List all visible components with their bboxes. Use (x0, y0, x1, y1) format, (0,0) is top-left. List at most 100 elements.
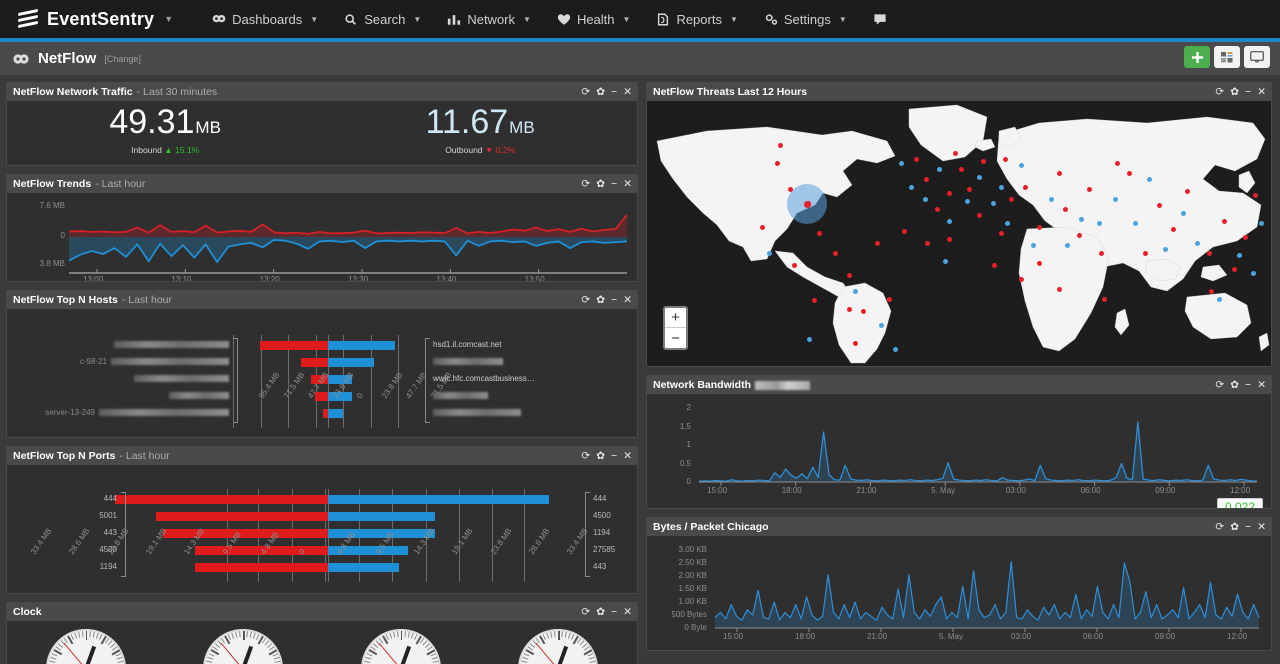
threat-dot-outbound[interactable] (909, 185, 914, 190)
threat-dot-inbound[interactable] (977, 213, 982, 218)
bar-inbound[interactable] (163, 528, 328, 538)
threat-dot-outbound[interactable] (999, 185, 1004, 190)
threat-dot-outbound[interactable] (977, 175, 982, 180)
minimize-icon[interactable]: − (1245, 522, 1251, 533)
threat-dot-inbound[interactable] (1077, 233, 1082, 238)
threat-dot-inbound[interactable] (914, 157, 919, 162)
threat-dot-outbound[interactable] (1065, 243, 1070, 248)
threat-dot-inbound[interactable] (1037, 261, 1042, 266)
threat-dot-outbound[interactable] (1113, 197, 1118, 202)
refresh-icon[interactable]: ⟳ (581, 451, 590, 462)
brand-logo-link[interactable]: EventSentry ▼ (10, 8, 173, 30)
gear-icon[interactable]: ✿ (1230, 522, 1239, 533)
minimize-icon[interactable]: − (611, 451, 617, 462)
minimize-icon[interactable]: − (1245, 87, 1251, 98)
threat-dot-inbound[interactable] (999, 231, 1004, 236)
threat-dot-inbound[interactable] (1207, 251, 1212, 256)
threat-dot-outbound[interactable] (965, 199, 970, 204)
bar-outbound[interactable] (328, 357, 375, 367)
close-icon[interactable]: ✕ (623, 87, 632, 98)
refresh-icon[interactable]: ⟳ (581, 87, 590, 98)
threat-dot-outbound[interactable] (1079, 217, 1084, 222)
threat-dot-outbound[interactable] (1181, 211, 1186, 216)
threat-dot-inbound[interactable] (1087, 187, 1092, 192)
threat-dot-outbound[interactable] (899, 161, 904, 166)
gear-icon[interactable]: ✿ (1230, 380, 1239, 391)
threat-dot-inbound[interactable] (1057, 171, 1062, 176)
close-icon[interactable]: ✕ (1257, 522, 1266, 533)
threat-dot-outbound[interactable] (937, 167, 942, 172)
threat-dot-inbound[interactable] (924, 177, 929, 182)
threat-dot-outbound[interactable] (1147, 177, 1152, 182)
minimize-icon[interactable]: − (611, 87, 617, 98)
threat-dot-inbound[interactable] (833, 251, 838, 256)
threat-dot-outbound[interactable] (943, 259, 948, 264)
threat-dot-inbound[interactable] (959, 167, 964, 172)
refresh-icon[interactable]: ⟳ (581, 179, 590, 190)
threat-dot-primary[interactable] (804, 201, 811, 208)
refresh-icon[interactable]: ⟳ (581, 607, 590, 618)
refresh-icon[interactable]: ⟳ (1215, 522, 1224, 533)
threat-dot-inbound[interactable] (1115, 161, 1120, 166)
threat-dot-inbound[interactable] (778, 143, 783, 148)
threat-dot-inbound[interactable] (1243, 235, 1248, 240)
trends-chart[interactable]: 7.6 MB 0 3.8 MB 13:00 13:10 13:20 13:30 13:40 13… (7, 193, 637, 281)
close-icon[interactable]: ✕ (623, 179, 632, 190)
threat-dot-outbound[interactable] (1237, 253, 1242, 258)
threat-dot-outbound[interactable] (1163, 247, 1168, 252)
threat-dot-inbound[interactable] (1023, 185, 1028, 190)
map-zoom-in-button[interactable]: + (665, 308, 686, 328)
threat-dot-inbound[interactable] (992, 263, 997, 268)
nav-health[interactable]: Health ▼ (544, 3, 644, 36)
threat-dot-inbound[interactable] (953, 151, 958, 156)
gear-icon[interactable]: ✿ (596, 179, 605, 190)
gear-icon[interactable]: ✿ (596, 295, 605, 306)
threat-dot-outbound[interactable] (923, 197, 928, 202)
hosts-chart[interactable]: 95.4 MB 71.5 MB 47.7 MB 23.8 MB 0 23.8 MB 47.7… (7, 309, 637, 437)
close-icon[interactable]: ✕ (1257, 380, 1266, 391)
change-dashboard-link[interactable]: [Change] (104, 54, 141, 64)
map-zoom-out-button[interactable]: − (665, 328, 686, 348)
threat-dot-inbound[interactable] (1157, 203, 1162, 208)
bar-inbound[interactable] (301, 357, 328, 367)
gear-icon[interactable]: ✿ (596, 451, 605, 462)
nav-network[interactable]: Network ▼ (434, 3, 544, 36)
threat-dot-inbound[interactable] (947, 237, 952, 242)
threat-dot-inbound[interactable] (817, 231, 822, 236)
threat-dot-outbound[interactable] (1019, 163, 1024, 168)
bar-inbound[interactable] (155, 511, 328, 521)
threat-dot-inbound[interactable] (887, 297, 892, 302)
threat-dot-outbound[interactable] (947, 219, 952, 224)
threat-dot-inbound[interactable] (775, 161, 780, 166)
gear-icon[interactable]: ✿ (596, 87, 605, 98)
threat-dot-inbound[interactable] (1222, 219, 1227, 224)
bar-inbound[interactable] (114, 494, 328, 504)
bytes-per-packet-chart[interactable]: 3.00 KB 2.50 KB 2.00 KB 1.50 KB 1.00 KB 500 B… (647, 536, 1271, 650)
threat-dot-inbound[interactable] (792, 263, 797, 268)
bandwidth-chart[interactable]: 0 0.5 1 1.5 2 15:00 18:00 21:00 5. May 03:00 06:00… (647, 394, 1271, 508)
refresh-icon[interactable]: ⟳ (581, 295, 590, 306)
gear-icon[interactable]: ✿ (596, 607, 605, 618)
minimize-icon[interactable]: − (611, 295, 617, 306)
threat-dot-outbound[interactable] (1217, 297, 1222, 302)
threat-dot-inbound[interactable] (1009, 197, 1014, 202)
threat-dot-outbound[interactable] (1251, 271, 1256, 276)
fullscreen-button[interactable] (1244, 46, 1270, 68)
close-icon[interactable]: ✕ (1257, 87, 1266, 98)
threat-dot-outbound[interactable] (767, 251, 772, 256)
threat-dot-outbound[interactable] (1005, 221, 1010, 226)
nav-search[interactable]: Search ▼ (331, 3, 434, 36)
threat-dot-outbound[interactable] (893, 347, 898, 352)
threat-dot-inbound[interactable] (947, 191, 952, 196)
threat-dot-inbound[interactable] (1037, 225, 1042, 230)
threat-dot-inbound[interactable] (967, 187, 972, 192)
threat-dot-inbound[interactable] (1099, 251, 1104, 256)
threat-dot-outbound[interactable] (1259, 221, 1264, 226)
threat-dot-outbound[interactable] (991, 201, 996, 206)
threat-map[interactable] (647, 101, 1271, 366)
threat-dot-inbound[interactable] (847, 273, 852, 278)
threat-dot-inbound[interactable] (1143, 251, 1148, 256)
refresh-icon[interactable]: ⟳ (1215, 87, 1224, 98)
threat-dot-inbound[interactable] (847, 307, 852, 312)
close-icon[interactable]: ✕ (623, 607, 632, 618)
